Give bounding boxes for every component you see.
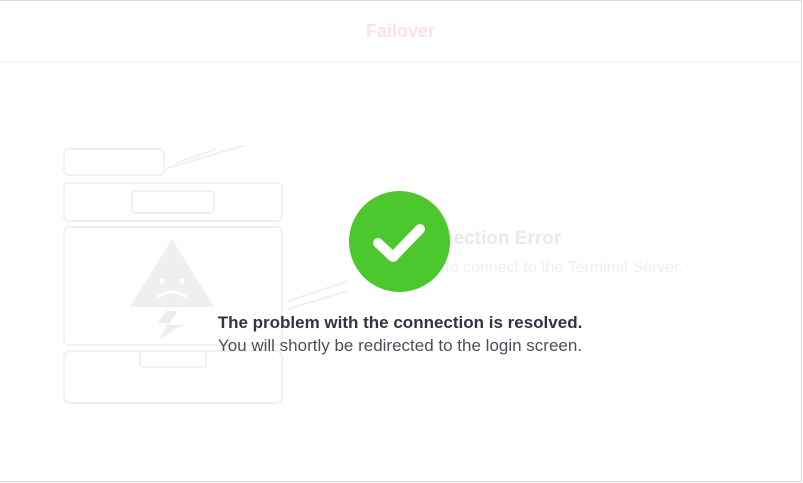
header: Failover [0,1,801,62]
checkmark-circle-icon [349,191,450,292]
failover-window: Failover Connection Error Unable to conn… [0,0,802,482]
broken-server-icon [56,139,356,409]
success-message-subtitle: You will shortly be redirected to the lo… [217,336,583,355]
header-title: Failover [365,21,436,41]
success-message-title: The problem with the connection is resol… [217,313,583,332]
